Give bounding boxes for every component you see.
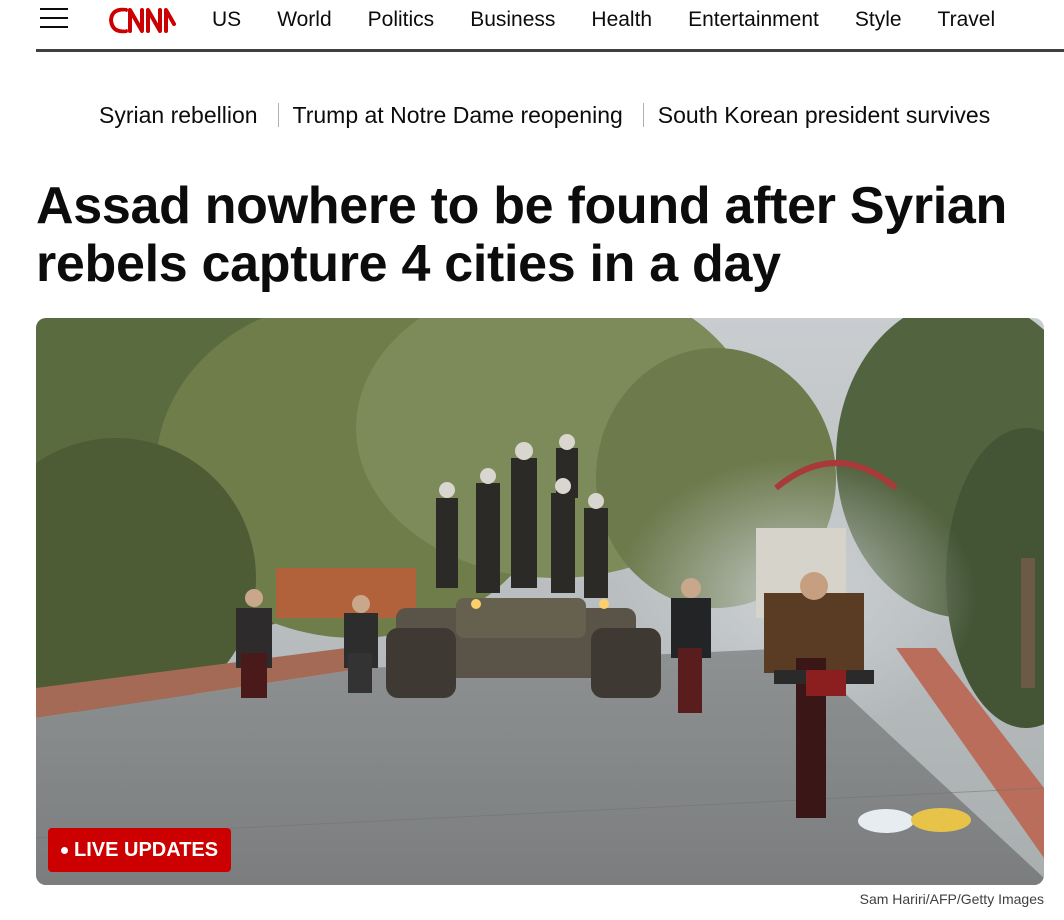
nav-item-travel[interactable]: Travel (938, 6, 996, 34)
trending-link-trump-notre-dame[interactable]: Trump at Notre Dame reopening (293, 100, 623, 130)
photo-credit: Sam Hariri/AFP/Getty Images (859, 891, 1044, 907)
article-headline[interactable]: Assad nowhere to be found after Syrian r… (36, 177, 1056, 293)
header-divider (36, 49, 1064, 52)
nav-item-us[interactable]: US (212, 6, 241, 34)
nav-item-world[interactable]: World (277, 6, 331, 34)
trending-separator (642, 103, 644, 127)
cnn-logo[interactable] (106, 2, 178, 38)
live-updates-label: LIVE UPDATES (74, 838, 219, 861)
nav-item-business[interactable]: Business (470, 6, 555, 34)
trending-link-south-korean-president[interactable]: South Korean president survives (658, 100, 990, 130)
site-header: US World Politics Business Health Entert… (0, 0, 1064, 52)
trending-link-syrian-rebellion[interactable]: Syrian rebellion (99, 100, 258, 130)
nav-item-politics[interactable]: Politics (368, 6, 435, 34)
live-updates-badge[interactable]: LIVE UPDATES (48, 828, 232, 872)
nav-item-style[interactable]: Style (855, 6, 902, 34)
live-dot-icon (61, 846, 68, 854)
hamburger-menu-icon[interactable] (40, 8, 68, 30)
trending-separator (277, 103, 279, 127)
trending-bar: Syrian rebellion Trump at Notre Dame reo… (99, 100, 990, 130)
main-nav: US World Politics Business Health Entert… (212, 6, 1031, 34)
nav-item-health[interactable]: Health (591, 6, 652, 34)
hero-image[interactable]: LIVE UPDATES (36, 318, 1044, 885)
nav-item-entertainment[interactable]: Entertainment (688, 6, 819, 34)
